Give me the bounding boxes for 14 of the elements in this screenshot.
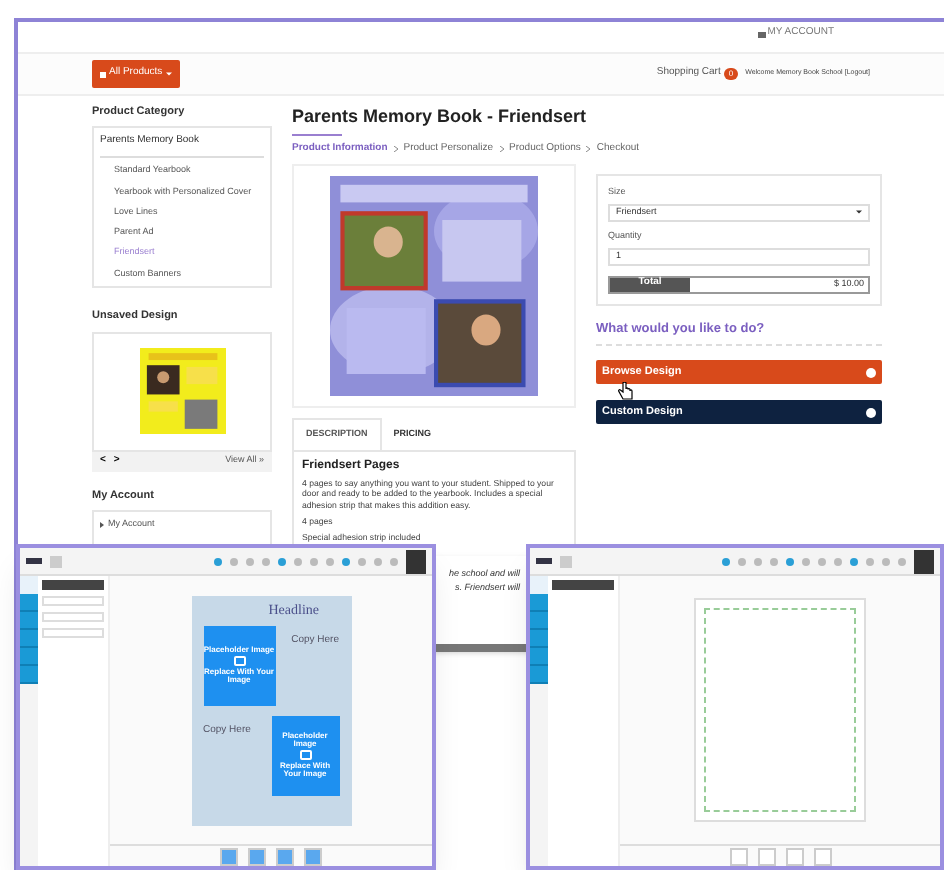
caret-icon: [165, 72, 172, 76]
panel-header[interactable]: [552, 580, 614, 590]
panel-header[interactable]: [42, 580, 104, 590]
chevron-icon: [499, 145, 504, 152]
camera-icon: [233, 656, 245, 666]
chevron-icon: [393, 145, 398, 152]
text-input-field[interactable]: [42, 596, 104, 606]
hand-cursor-icon: [618, 382, 634, 400]
text-input-field[interactable]: [42, 628, 104, 638]
product-title: Parents Memory Book - Friendsert: [292, 104, 589, 130]
text-input-field[interactable]: [42, 612, 104, 622]
chevron-icon: [586, 145, 591, 152]
camera-icon: [299, 750, 311, 760]
caret-icon: [856, 210, 862, 215]
